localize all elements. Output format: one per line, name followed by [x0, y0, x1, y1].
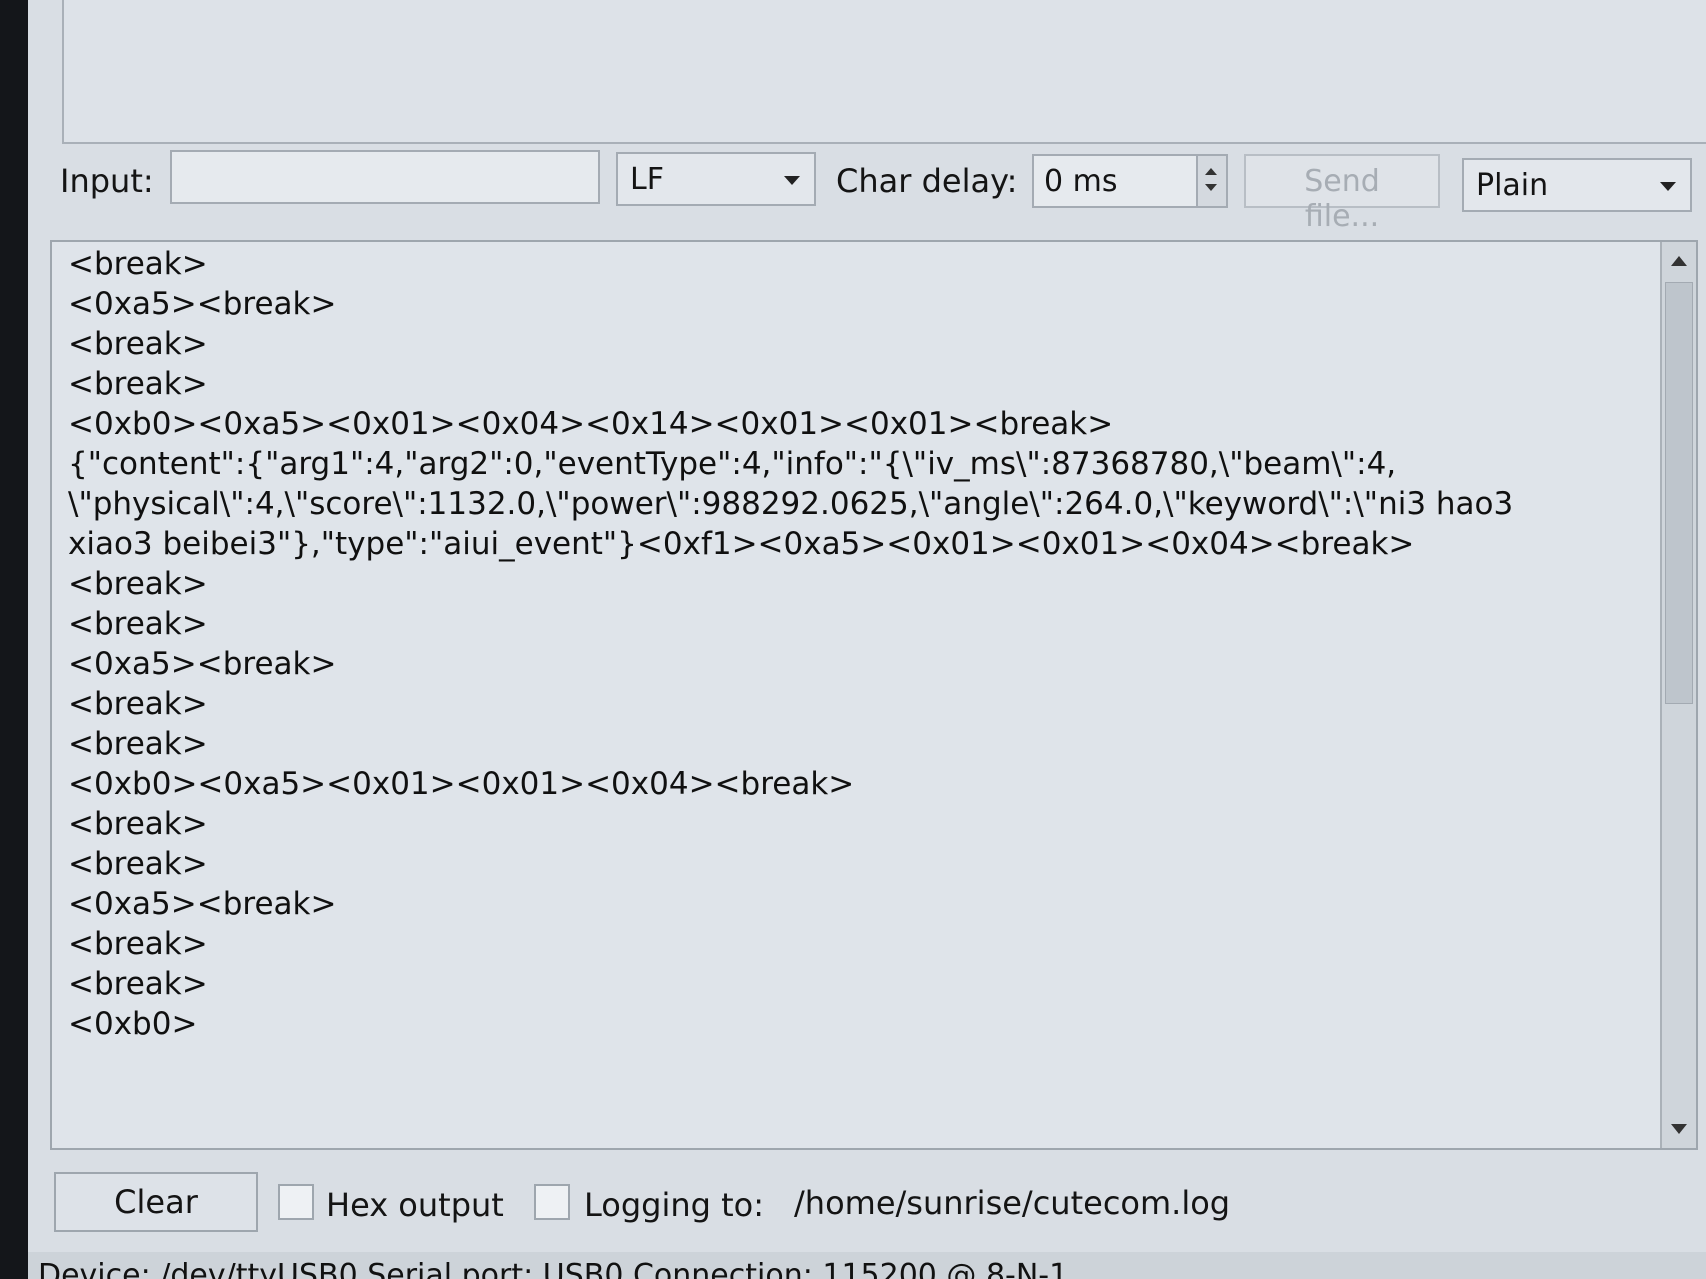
- output-line: <break>: [68, 366, 208, 402]
- char-delay-value: 0 ms: [1044, 164, 1118, 199]
- spin-buttons[interactable]: [1196, 156, 1226, 206]
- clear-button[interactable]: Clear: [54, 1172, 258, 1232]
- cutecom-window: Input: LF Char delay: 0 ms Send file... …: [28, 0, 1706, 1279]
- output-line: <0xb0>: [68, 1006, 198, 1042]
- format-select[interactable]: Plain: [1462, 158, 1692, 212]
- output-line: <break>: [68, 926, 208, 962]
- output-line: <0xa5><break>: [68, 646, 337, 682]
- output-line: <0xa5><break>: [68, 286, 337, 322]
- scroll-thumb[interactable]: [1665, 282, 1693, 704]
- output-line: <0xb0><0xa5><0x01><0x01><0x04><break>: [68, 766, 855, 802]
- scroll-down-icon[interactable]: [1671, 1124, 1687, 1134]
- output-line: <break>: [68, 966, 208, 1002]
- char-delay-label: Char delay:: [836, 162, 1018, 200]
- output-line: \"physical\":4,\"score\":1132.0,\"power\…: [68, 486, 1514, 522]
- output-line: <0xb0><0xa5><0x01><0x04><0x14><0x01><0x0…: [68, 406, 1114, 442]
- input-field[interactable]: [170, 150, 600, 204]
- scroll-up-icon[interactable]: [1671, 256, 1687, 266]
- hex-output-checkbox[interactable]: [278, 1184, 314, 1220]
- output-line: <0xa5><break>: [68, 886, 337, 922]
- output-line: xiao3 beibei3"},"type":"aiui_event"}<0xf…: [68, 526, 1415, 562]
- output-line: <break>: [68, 606, 208, 642]
- output-line: {"content":{"arg1":4,"arg2":0,"eventType…: [68, 446, 1397, 482]
- hex-output-label[interactable]: Hex output: [326, 1186, 504, 1224]
- output-line: <break>: [68, 726, 208, 762]
- spin-down-icon[interactable]: [1205, 184, 1217, 191]
- logging-checkbox[interactable]: [534, 1184, 570, 1220]
- char-delay-spinbox[interactable]: 0 ms: [1032, 154, 1228, 208]
- input-row: Input: LF Char delay: 0 ms Send file... …: [28, 150, 1706, 234]
- output-line: <break>: [68, 686, 208, 722]
- line-end-select[interactable]: LF: [616, 152, 816, 206]
- log-file-path: /home/sunrise/cutecom.log: [794, 1184, 1231, 1222]
- status-text: Device: /dev/ttyUSB0 Serial port: USB0 C…: [38, 1258, 1069, 1279]
- chevron-down-icon: [784, 176, 800, 185]
- status-bar: Device: /dev/ttyUSB0 Serial port: USB0 C…: [28, 1252, 1706, 1279]
- chevron-down-icon: [1660, 182, 1676, 191]
- line-end-select-value: LF: [630, 162, 664, 197]
- input-label: Input:: [60, 162, 154, 200]
- send-file-button[interactable]: Send file...: [1244, 154, 1440, 234]
- output-line: <break>: [68, 806, 208, 842]
- output-line: <break>: [68, 846, 208, 882]
- logging-label[interactable]: Logging to:: [584, 1186, 764, 1224]
- output-line: <break>: [68, 566, 208, 602]
- output-lines: <break> <0xa5><break> <break> <break> <0xb0>…: [68, 244, 1648, 1044]
- format-select-value: Plain: [1476, 168, 1549, 203]
- vertical-scrollbar[interactable]: [1660, 242, 1696, 1148]
- spin-up-icon[interactable]: [1205, 168, 1217, 175]
- output-text-area[interactable]: <break> <0xa5><break> <break> <break> <0xb0>…: [50, 240, 1698, 1150]
- command-history-list[interactable]: [62, 0, 1706, 144]
- bottom-controls: Clear Hex output Logging to: /home/sunri…: [28, 1168, 1706, 1234]
- output-line: <break>: [68, 246, 208, 282]
- output-line: <break>: [68, 326, 208, 362]
